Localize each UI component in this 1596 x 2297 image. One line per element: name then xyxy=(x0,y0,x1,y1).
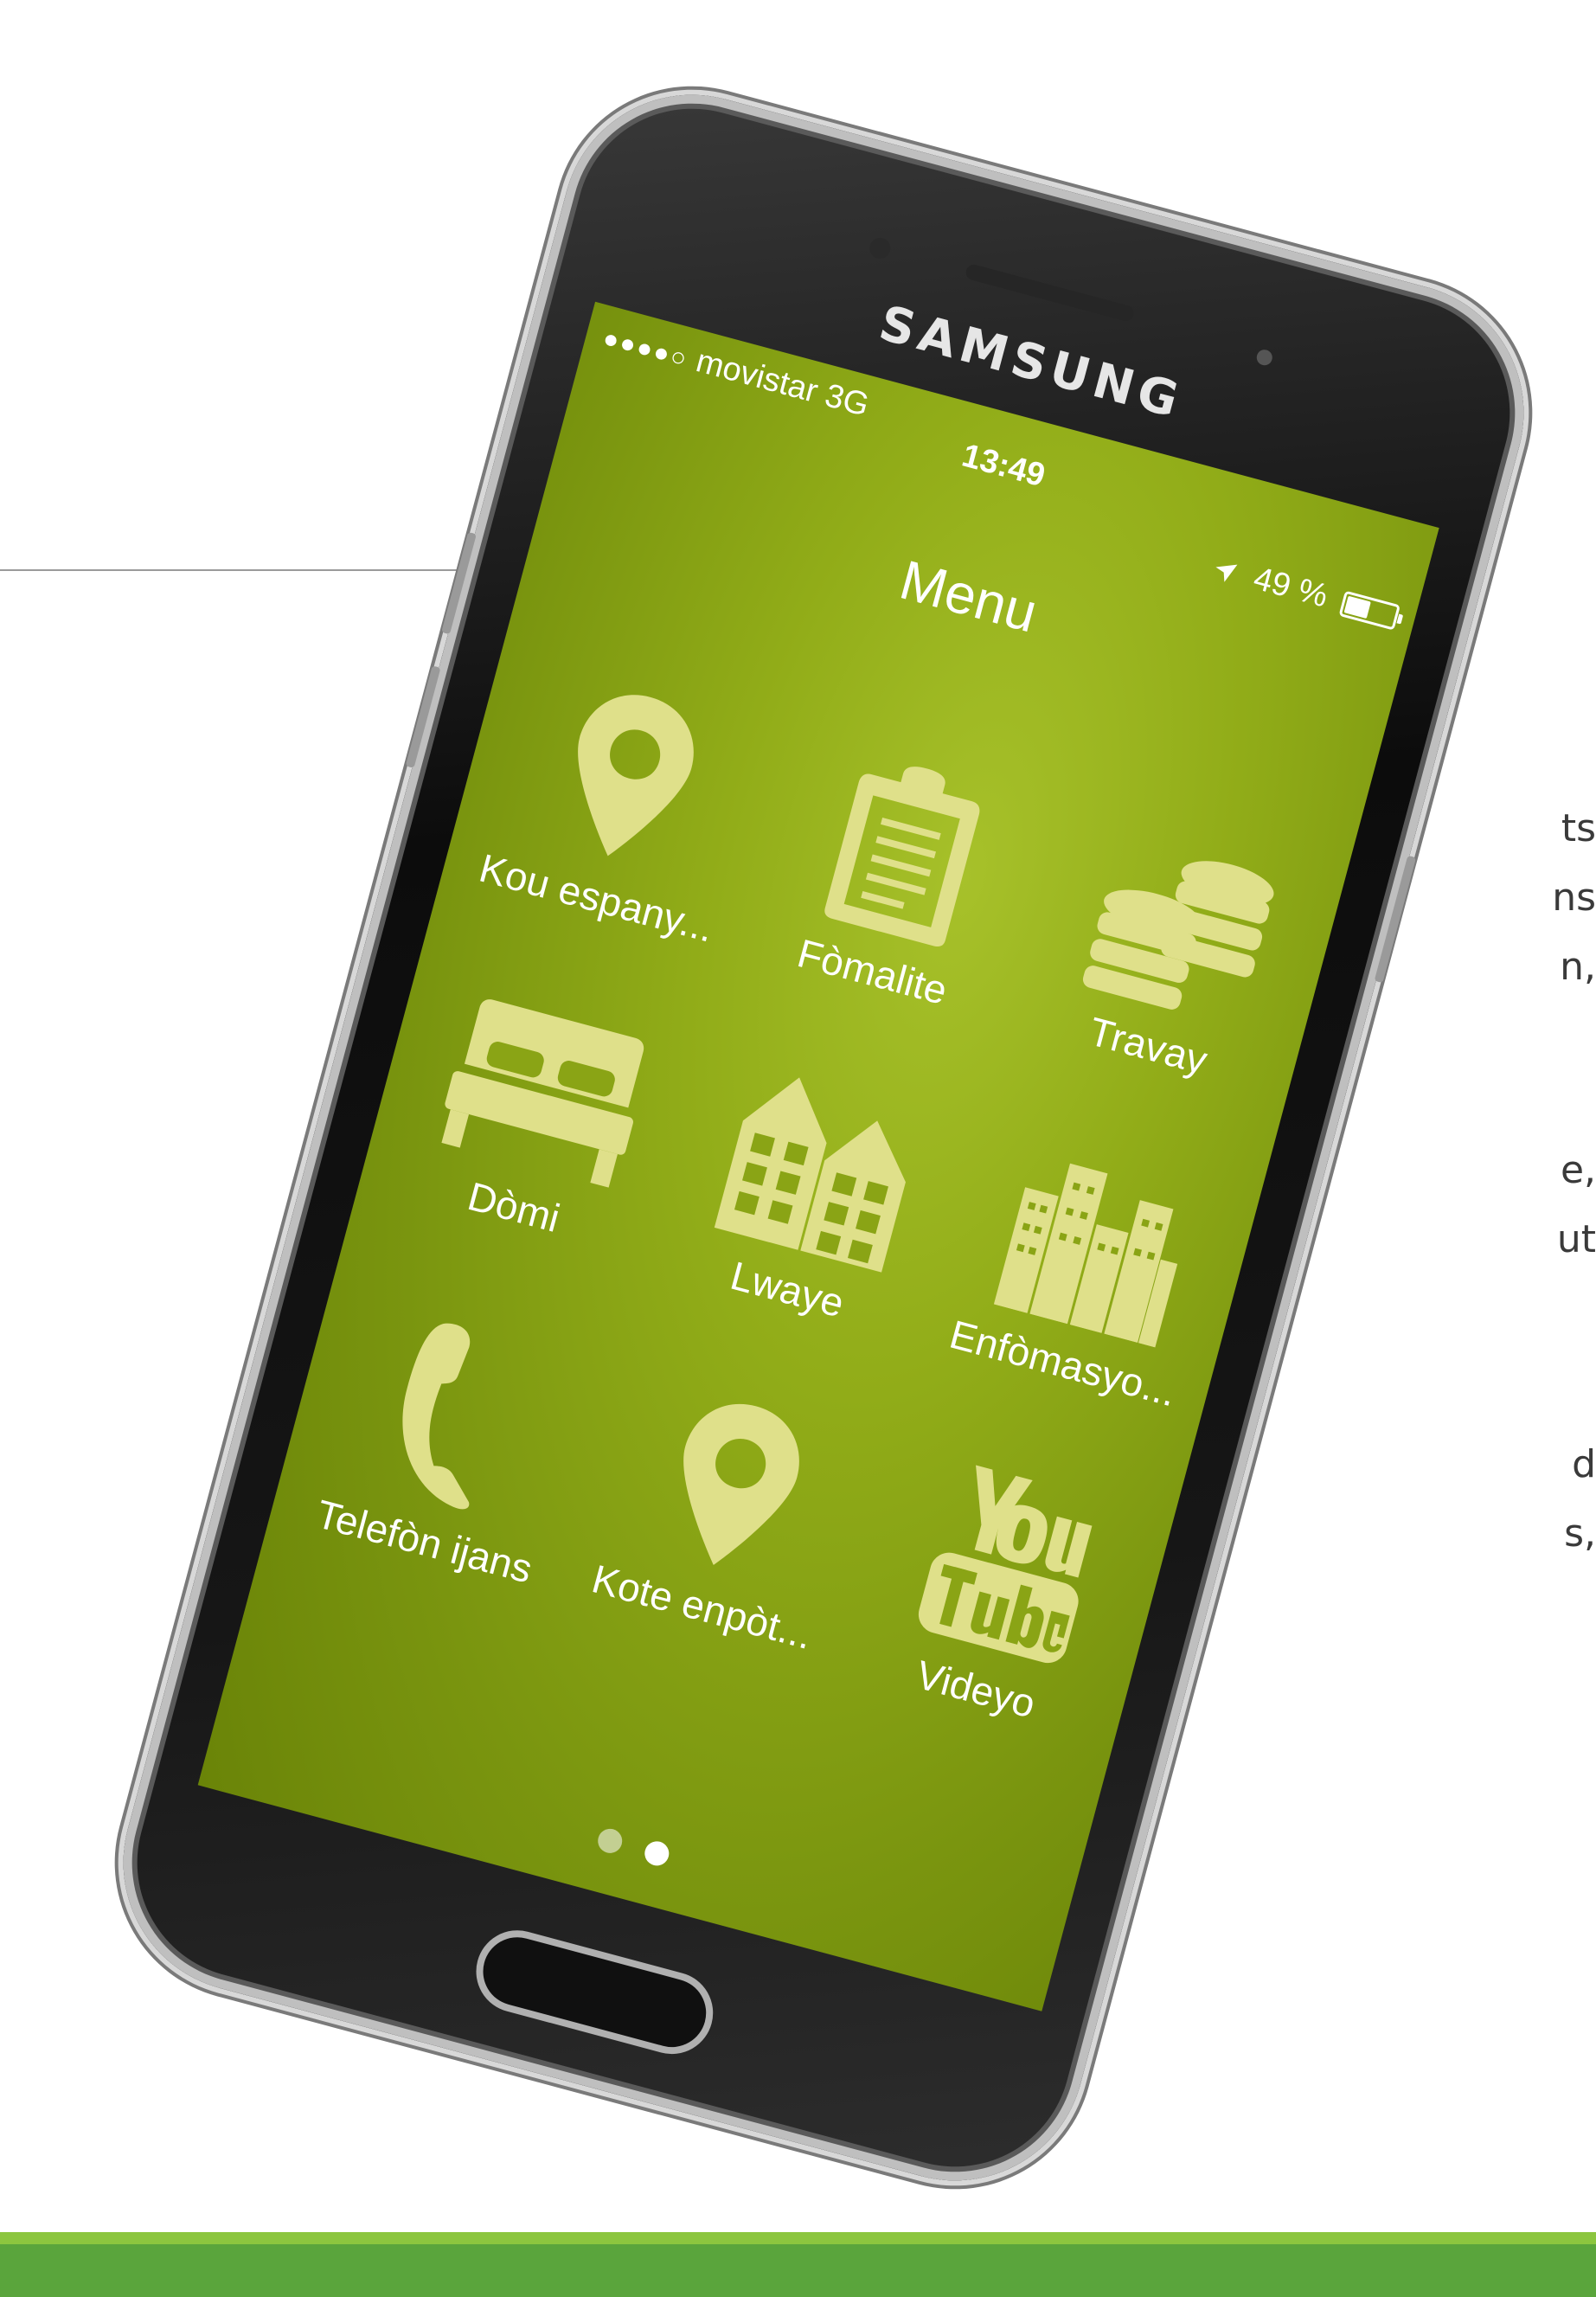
cut-off-text-line: d xyxy=(1572,1442,1596,1486)
cut-off-text-line: n, xyxy=(1560,945,1596,989)
bed-icon xyxy=(441,999,644,1188)
clipboard-icon xyxy=(824,767,980,947)
menu-item-fomalite[interactable]: Fòmalite xyxy=(730,734,1053,1068)
city-buildings-icon xyxy=(993,1163,1178,1348)
location-arrow-icon xyxy=(1215,564,1238,582)
cut-off-text-line: ns xyxy=(1552,876,1596,920)
cut-off-text-line: ut xyxy=(1556,1217,1596,1261)
menu-item-label: Telefòn ijans xyxy=(311,1491,537,1592)
menu-item-travay[interactable]: Travay xyxy=(1006,807,1329,1142)
phone-device: SAMSUNG ●●●●○ movistar 3G 13:49 49 % Men… xyxy=(93,65,1554,2210)
cut-off-text-line: s, xyxy=(1564,1511,1596,1556)
map-pin-icon xyxy=(683,1403,799,1565)
menu-item-kote-enpot[interactable]: Kote enpòt... xyxy=(561,1369,883,1704)
cut-off-text-line: e, xyxy=(1560,1148,1596,1192)
cut-off-text-line: ts xyxy=(1561,806,1596,850)
phone-icon xyxy=(402,1323,471,1510)
coins-icon xyxy=(1082,861,1274,1010)
menu-item-lwaye[interactable]: Lwaye xyxy=(645,1051,968,1386)
menu-item-domi[interactable]: Dòmi xyxy=(369,977,692,1312)
menu-item-label: Fòmalite xyxy=(792,930,952,1014)
menu-item-label: Kou espany... xyxy=(474,844,719,951)
page-dot-1[interactable] xyxy=(594,1825,625,1856)
map-pin-icon xyxy=(578,695,694,857)
menu-item-enfomasyo[interactable]: Enfòmasyo... xyxy=(921,1125,1244,1460)
battery-level-fill xyxy=(1343,595,1372,619)
phone-screen: ●●●●○ movistar 3G 13:49 49 % Menu Kou es… xyxy=(197,301,1439,2011)
battery-icon xyxy=(1338,590,1401,631)
footer-band-dark xyxy=(0,2244,1596,2297)
page-dot-2[interactable] xyxy=(642,1838,672,1869)
footer-band-light xyxy=(0,2232,1596,2244)
menu-item-kou-espany[interactable]: Kou espany... xyxy=(455,659,778,994)
menu-item-telefon-ijans[interactable]: Telefòn ijans xyxy=(285,1294,607,1629)
menu-item-videyo[interactable]: Videyo xyxy=(836,1442,1158,1777)
houses-icon xyxy=(714,1077,906,1273)
youtube-icon xyxy=(918,1465,1093,1664)
divider-line xyxy=(0,569,484,571)
menu-item-label: Kote enpòt... xyxy=(587,1556,817,1659)
